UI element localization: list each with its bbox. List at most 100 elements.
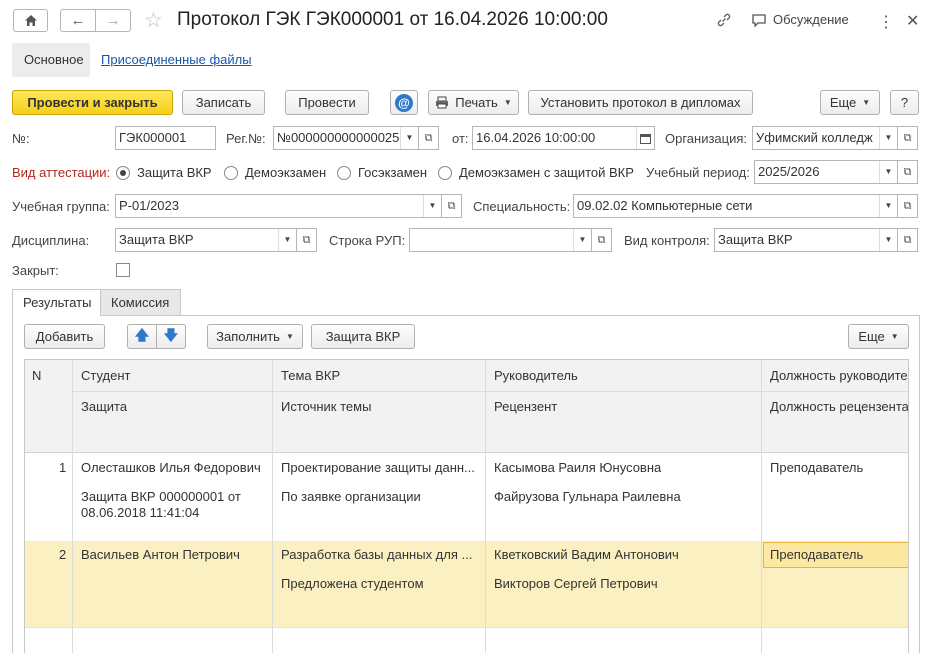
radio-demo-exam-vkr-label[interactable]: Демоэкзамен с защитой ВКР <box>459 165 634 180</box>
section-main[interactable]: Основное <box>12 43 90 77</box>
organization-value: Уфимский колледж <box>756 130 873 145</box>
home-button[interactable] <box>13 9 48 32</box>
reviewer-cell: Файрузова Гульнара Раилевна <box>494 489 681 504</box>
specialty-field[interactable]: 09.02.02 Компьютерные сети ▼ <box>573 194 898 218</box>
discussion-button[interactable]: Обсуждение <box>751 12 849 27</box>
move-down-button[interactable]: 🡇 <box>156 324 186 349</box>
radio-demo-exam[interactable] <box>224 166 238 180</box>
forward-button[interactable]: → <box>95 9 131 32</box>
period-label: Учебный период: <box>646 165 750 180</box>
organization-field[interactable]: Уфимский колледж ▼ <box>752 126 898 150</box>
open-icon[interactable]: ⧉ <box>419 126 439 150</box>
date-field[interactable]: 16.04.2026 10:00:00 <box>472 126 655 150</box>
radio-demo-exam-vkr[interactable] <box>438 166 452 180</box>
set-protocol-button[interactable]: Установить протокол в дипломах <box>528 90 753 115</box>
move-up-button[interactable]: 🡅 <box>127 324 157 349</box>
link-icon[interactable] <box>716 12 732 32</box>
open-icon[interactable]: ⧉ <box>442 194 462 218</box>
more-button[interactable]: Еще ▼ <box>820 90 880 115</box>
open-icon[interactable]: ⧉ <box>898 160 918 184</box>
help-button[interactable]: ? <box>890 90 919 115</box>
group-label: Учебная группа: <box>12 199 110 214</box>
post-button[interactable]: Провести <box>285 90 369 115</box>
radio-demo-exam-label[interactable]: Демоэкзамен <box>245 165 326 180</box>
header-topic-source[interactable]: Источник темы <box>281 399 371 414</box>
student-cell: Васильев Антон Петрович <box>81 547 240 562</box>
header-defense[interactable]: Защита <box>81 399 127 414</box>
radio-state-exam-label[interactable]: Госэкзамен <box>358 165 427 180</box>
number-label: №: <box>12 131 30 146</box>
section-attached-files[interactable]: Присоединенные файлы <box>101 43 252 77</box>
calendar-icon[interactable] <box>636 127 654 149</box>
post-and-close-button[interactable]: Провести и закрыть <box>12 90 173 115</box>
write-button[interactable]: Записать <box>182 90 265 115</box>
control-type-label: Вид контроля: <box>624 233 710 248</box>
header-student[interactable]: Студент <box>81 368 131 383</box>
specialty-value: 09.02.02 Компьютерные сети <box>577 198 753 213</box>
open-icon[interactable]: ⧉ <box>898 194 918 218</box>
closed-checkbox[interactable] <box>116 263 130 277</box>
header-reviewer[interactable]: Рецензент <box>494 399 557 414</box>
header-topic[interactable]: Тема ВКР <box>281 368 340 383</box>
topic-source-cell: Предложена студентом <box>281 576 424 591</box>
chevron-down-icon[interactable]: ▼ <box>879 161 897 183</box>
header-supervisor-position[interactable]: Должность руководите <box>770 368 908 383</box>
open-icon[interactable]: ⧉ <box>592 228 612 252</box>
from-label: от: <box>452 131 469 146</box>
defense-vkr-button[interactable]: Защита ВКР <box>311 324 415 349</box>
more-menu-icon[interactable]: ⋮ <box>878 12 894 32</box>
email-button[interactable]: @ <box>390 90 418 115</box>
supervisor-position-cell: Преподаватель <box>770 460 864 475</box>
chevron-down-icon[interactable]: ▼ <box>879 229 897 251</box>
reg-number-value: №000000000000025 <box>277 130 400 145</box>
fill-label: Заполнить <box>216 329 280 344</box>
tab-results[interactable]: Результаты <box>12 289 101 316</box>
rup-row-field[interactable]: ▼ <box>409 228 592 252</box>
period-field[interactable]: 2025/2026 ▼ <box>754 160 898 184</box>
radio-state-exam[interactable] <box>337 166 351 180</box>
header-reviewer-position[interactable]: Должность рецензента <box>770 399 908 414</box>
print-button[interactable]: Печать ▼ <box>428 90 519 115</box>
add-button[interactable]: Добавить <box>24 324 105 349</box>
tab-commission[interactable]: Комиссия <box>100 289 181 315</box>
radio-defense-vkr[interactable] <box>116 166 130 180</box>
open-icon[interactable]: ⧉ <box>898 126 918 150</box>
chevron-down-icon[interactable]: ▼ <box>879 127 897 149</box>
chevron-down-icon[interactable]: ▼ <box>573 229 591 251</box>
chevron-down-icon: ▼ <box>285 332 294 341</box>
open-icon[interactable]: ⧉ <box>297 228 317 252</box>
more-label: Еще <box>829 95 857 110</box>
attestation-type-label: Вид аттестации: <box>12 165 111 180</box>
chevron-down-icon[interactable]: ▼ <box>879 195 897 217</box>
control-type-field[interactable]: Защита ВКР ▼ <box>714 228 898 252</box>
close-icon[interactable]: ✕ <box>906 11 919 31</box>
radio-defense-vkr-label[interactable]: Защита ВКР <box>137 165 212 180</box>
arrow-right-icon: → <box>105 12 121 29</box>
window-title: Протокол ГЭК ГЭК000001 от 16.04.2026 10:… <box>177 9 608 30</box>
control-type-value: Защита ВКР <box>718 232 793 247</box>
open-icon[interactable]: ⧉ <box>898 228 918 252</box>
reviewer-cell: Викторов Сергей Петрович <box>494 576 658 591</box>
row-number: 1 <box>59 460 67 475</box>
discipline-field[interactable]: Защита ВКР ▼ <box>115 228 297 252</box>
table-more-button[interactable]: Еще ▼ <box>848 324 909 349</box>
arrow-up-icon: 🡅 <box>134 326 150 343</box>
date-value: 16.04.2026 10:00:00 <box>476 130 596 145</box>
fill-button[interactable]: Заполнить ▼ <box>207 324 303 349</box>
chevron-down-icon[interactable]: ▼ <box>278 229 296 251</box>
header-n[interactable]: N <box>32 368 41 383</box>
topic-source-cell: По заявке организации <box>281 489 421 504</box>
results-table[interactable]: N Студент Защита Тема ВКР Источник темы … <box>24 359 909 653</box>
number-field[interactable]: ГЭК000001 <box>115 126 216 150</box>
back-button[interactable]: ← <box>60 9 96 32</box>
organization-label: Организация: <box>665 131 748 146</box>
printer-icon <box>436 96 449 109</box>
header-supervisor[interactable]: Руководитель <box>494 368 578 383</box>
reg-number-field[interactable]: №000000000000025 ▼ <box>273 126 419 150</box>
chevron-down-icon[interactable]: ▼ <box>423 195 441 217</box>
chevron-down-icon[interactable]: ▼ <box>400 127 418 149</box>
star-icon[interactable]: ☆ <box>144 8 163 33</box>
group-field[interactable]: Р-01/2023 ▼ <box>115 194 442 218</box>
email-at-icon: @ <box>395 93 413 112</box>
discussion-label: Обсуждение <box>773 12 849 27</box>
